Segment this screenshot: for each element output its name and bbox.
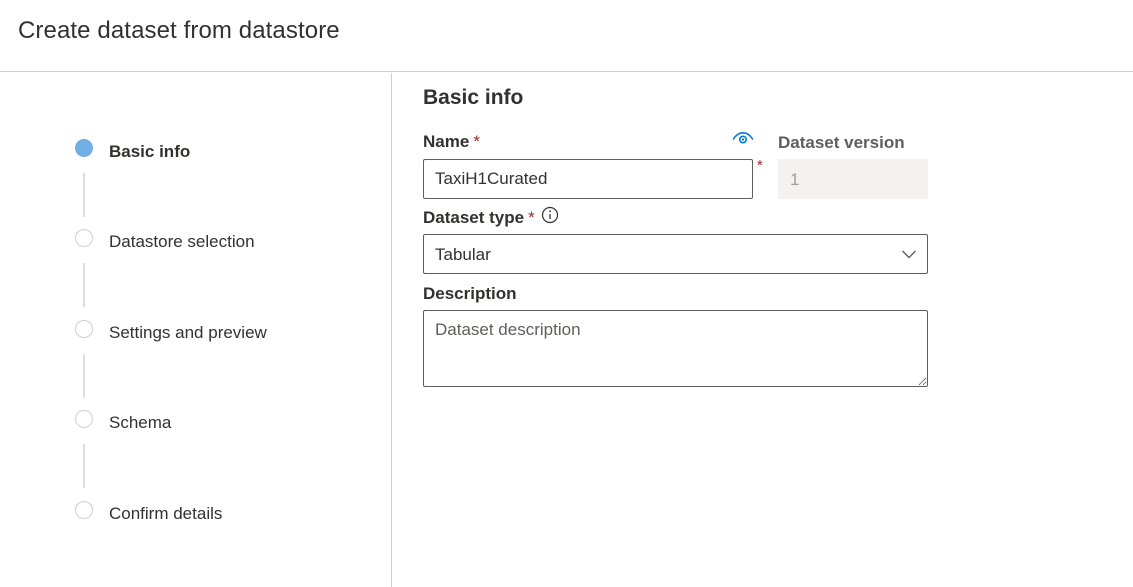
dataset-type-dropdown[interactable]: Tabular bbox=[423, 234, 928, 274]
dataset-type-label-text: Dataset type bbox=[423, 208, 525, 227]
required-marker: * bbox=[473, 132, 480, 151]
info-icon[interactable] bbox=[541, 206, 559, 224]
step-basic-info[interactable]: Basic info bbox=[109, 142, 190, 162]
name-required-marker: * bbox=[757, 157, 763, 174]
step-indicator-confirm-details bbox=[75, 501, 93, 519]
step-connector bbox=[83, 354, 85, 398]
description-label: Description bbox=[423, 284, 517, 303]
step-confirm-details[interactable]: Confirm details bbox=[109, 504, 222, 524]
page-title: Create dataset from datastore bbox=[18, 17, 340, 44]
name-input[interactable] bbox=[423, 159, 753, 199]
eye-icon[interactable] bbox=[732, 131, 754, 147]
step-indicator-settings-and-preview bbox=[75, 320, 93, 338]
step-indicator-schema bbox=[75, 410, 93, 428]
section-title: Basic info bbox=[423, 86, 524, 109]
chevron-down-icon bbox=[902, 250, 916, 259]
page-header: Create dataset from datastore bbox=[0, 0, 1133, 72]
step-connector bbox=[83, 173, 85, 217]
step-indicator-basic-info bbox=[75, 139, 93, 157]
dataset-type-label: Dataset type * bbox=[423, 208, 535, 228]
step-indicator-datastore-selection bbox=[75, 229, 93, 247]
step-datastore-selection[interactable]: Datastore selection bbox=[109, 232, 255, 252]
step-connector bbox=[83, 263, 85, 307]
name-label: Name * bbox=[423, 132, 480, 152]
dataset-version-input: 1 bbox=[778, 159, 928, 199]
create-dataset-page: Create dataset from datastore Basic info… bbox=[0, 0, 1133, 587]
step-schema[interactable]: Schema bbox=[109, 413, 171, 433]
step-connector bbox=[83, 444, 85, 488]
dataset-version-value: 1 bbox=[790, 170, 800, 189]
dataset-version-label: Dataset version bbox=[778, 133, 905, 152]
description-textarea[interactable] bbox=[423, 310, 928, 387]
dataset-type-selected: Tabular bbox=[435, 245, 491, 264]
name-label-text: Name bbox=[423, 132, 470, 151]
step-settings-and-preview[interactable]: Settings and preview bbox=[109, 323, 267, 343]
wizard-steps: Basic info Datastore selection Settings … bbox=[0, 73, 392, 587]
form-panel: Basic info Name* Dataset version * 1 Dat… bbox=[423, 73, 1123, 587]
required-marker: * bbox=[528, 208, 535, 227]
